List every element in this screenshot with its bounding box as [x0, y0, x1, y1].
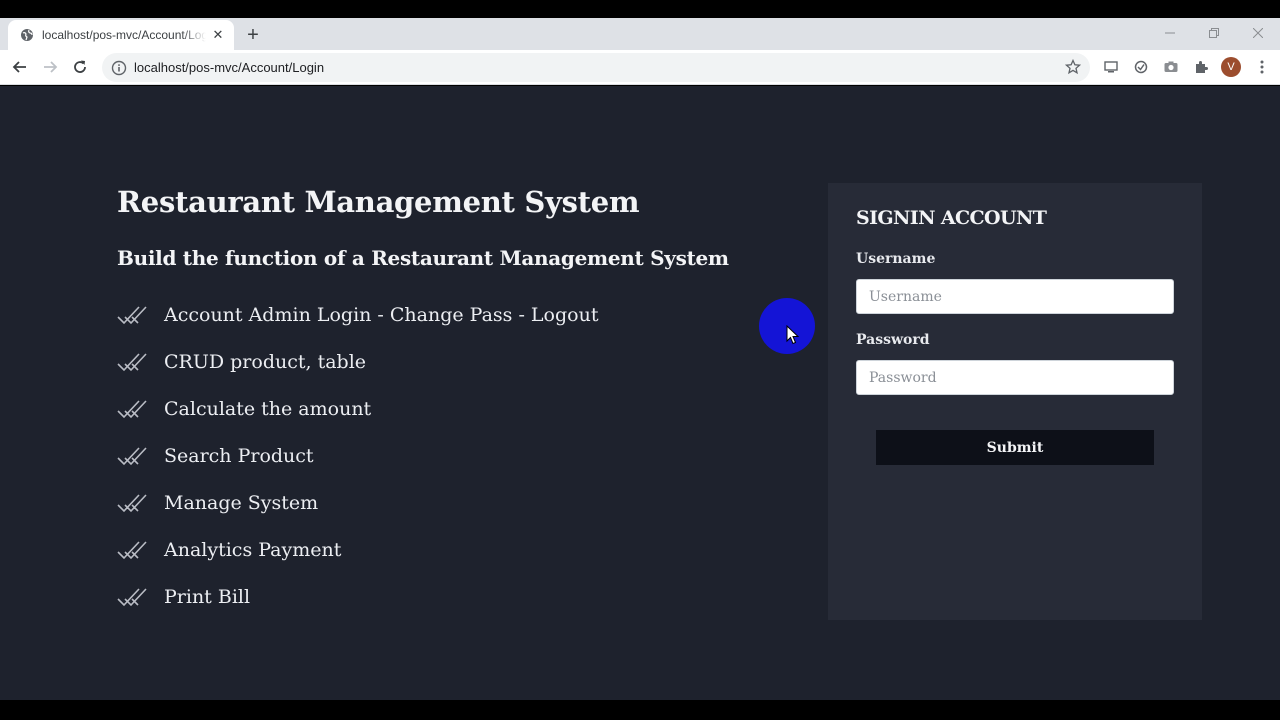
minimize-icon[interactable] [1148, 18, 1192, 48]
password-label: Password [856, 332, 930, 348]
feature-label: Print Bill [164, 585, 251, 608]
feature-item: Analytics Payment [117, 526, 598, 573]
password-input[interactable] [856, 360, 1174, 395]
screen-top-border [0, 0, 1280, 18]
feature-item: Print Bill [117, 573, 598, 620]
cast-icon[interactable] [1098, 54, 1124, 80]
feature-item: CRUD product, table [117, 338, 598, 385]
forward-icon[interactable] [37, 54, 63, 80]
back-icon[interactable] [7, 54, 33, 80]
login-page: Restaurant Management System Build the f… [0, 86, 1280, 700]
username-input[interactable] [856, 279, 1174, 314]
mouse-cursor-icon [786, 325, 800, 345]
signin-panel: SIGNIN ACCOUNT Username Password Submit [828, 183, 1202, 620]
signin-title: SIGNIN ACCOUNT [856, 207, 1047, 229]
double-check-icon [117, 398, 151, 420]
screen-bottom-border [0, 700, 1280, 720]
tab-close-icon[interactable]: ✕ [210, 27, 226, 43]
double-check-icon [117, 304, 151, 326]
browser-tab-active[interactable]: localhost/pos-mvc/Account/Login ✕ [8, 20, 234, 50]
sync-icon[interactable] [1128, 54, 1154, 80]
feature-label: Calculate the amount [164, 397, 372, 420]
feature-item: Search Product [117, 432, 598, 479]
browser-toolbar: localhost/pos-mvc/Account/Login V [0, 50, 1280, 85]
globe-icon [20, 28, 34, 42]
address-url: localhost/pos-mvc/Account/Login [134, 60, 325, 75]
kebab-menu-icon[interactable] [1249, 54, 1275, 80]
profile-avatar[interactable]: V [1221, 57, 1241, 77]
star-icon[interactable] [1065, 59, 1081, 75]
submit-button[interactable]: Submit [876, 430, 1154, 465]
feature-list: Account Admin Login - Change Pass - Logo… [117, 291, 598, 620]
double-check-icon [117, 445, 151, 467]
double-check-icon [117, 539, 151, 561]
restore-icon[interactable] [1192, 18, 1236, 48]
feature-label: Search Product [164, 444, 314, 467]
new-tab-button[interactable]: + [242, 24, 264, 46]
feature-item: Manage System [117, 479, 598, 526]
double-check-icon [117, 351, 151, 373]
feature-label: Account Admin Login - Change Pass - Logo… [164, 303, 599, 326]
username-label: Username [856, 251, 936, 267]
info-icon[interactable] [111, 60, 127, 76]
window-controls [1148, 18, 1280, 48]
feature-label: Manage System [164, 491, 319, 514]
feature-item: Account Admin Login - Change Pass - Logo… [117, 291, 598, 338]
page-title: Restaurant Management System [117, 185, 640, 219]
address-bar[interactable]: localhost/pos-mvc/Account/Login [102, 53, 1090, 82]
double-check-icon [117, 492, 151, 514]
tab-title: localhost/pos-mvc/Account/Login [42, 28, 206, 42]
puzzle-icon[interactable] [1188, 54, 1214, 80]
feature-label: CRUD product, table [164, 350, 367, 373]
feature-label: Analytics Payment [164, 538, 342, 561]
camera-icon[interactable] [1158, 54, 1184, 80]
feature-item: Calculate the amount [117, 385, 598, 432]
double-check-icon [117, 586, 151, 608]
tab-strip: localhost/pos-mvc/Account/Login ✕ + [0, 18, 1280, 50]
page-subtitle: Build the function of a Restaurant Manag… [117, 246, 729, 270]
window-close-icon[interactable] [1236, 18, 1280, 48]
reload-icon[interactable] [67, 54, 93, 80]
